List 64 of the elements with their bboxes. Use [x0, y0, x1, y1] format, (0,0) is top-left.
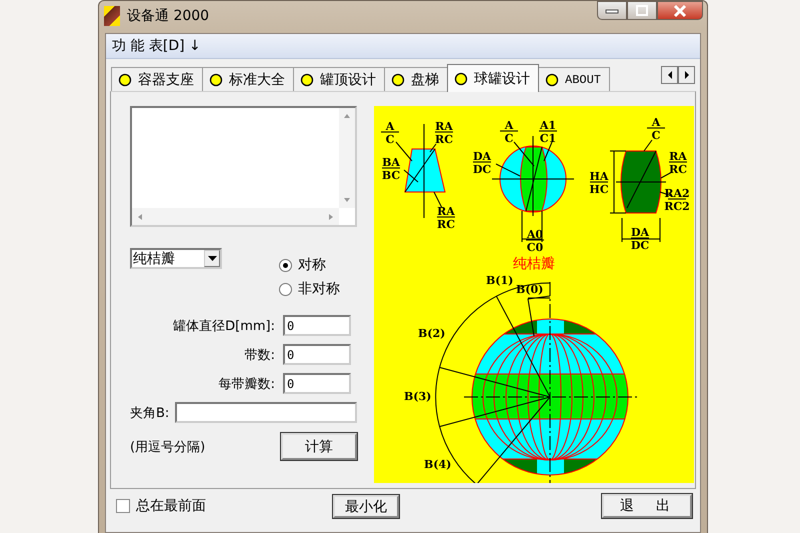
dimension-label: HA HC	[589, 170, 609, 196]
dimension-label: RA RC	[436, 205, 456, 231]
hint-text: (用逗号分隔)	[130, 438, 206, 456]
bulb-icon	[118, 72, 132, 86]
dimension-label: BA BC	[382, 156, 400, 182]
angle-label: B(1)	[486, 274, 514, 287]
caret-left-icon	[137, 212, 143, 220]
dropdown[interactable]: 纯桔瓣	[130, 248, 222, 269]
caret-up-icon	[343, 113, 351, 119]
dimension-label: DA DC	[630, 226, 650, 252]
radio-button[interactable]: 非对称	[279, 280, 340, 298]
dimension-label: RA RC	[434, 120, 454, 146]
bulb-icon	[454, 72, 468, 86]
dimension-label: RA2 RC2	[664, 187, 690, 213]
field-label: 每带瓣数:	[218, 376, 276, 392]
maximize-button[interactable]	[627, 1, 657, 20]
angle-label: B(2)	[418, 327, 446, 340]
field-label: 带数:	[244, 346, 276, 364]
dimension-label: A1 C1	[538, 119, 558, 145]
caret-down-icon	[208, 256, 216, 261]
close-button[interactable]	[657, 1, 703, 20]
field-label: 夹角B:	[130, 404, 170, 422]
diagram-title: 纯桔瓣	[513, 256, 555, 272]
list-box[interactable]	[130, 106, 357, 227]
bulb-icon	[300, 72, 314, 86]
angle-label: B(4)	[424, 458, 452, 471]
minimize-button[interactable]	[597, 1, 627, 20]
close-icon	[672, 4, 688, 18]
app-icon	[104, 6, 120, 26]
horizontal-scrollbar[interactable]	[132, 208, 339, 225]
input-field[interactable]: 0	[283, 344, 351, 365]
radio-button[interactable]: 对称	[279, 256, 340, 274]
scroll-left-button[interactable]	[661, 66, 678, 84]
dimension-label: A C	[380, 120, 400, 146]
dimension-label: A C	[500, 119, 518, 145]
bulb-icon	[545, 72, 559, 86]
angle-label: B(3)	[404, 390, 432, 403]
always-on-top-checkbox[interactable]: 总在最前面	[116, 497, 206, 515]
dimension-label: RA RC	[668, 150, 688, 176]
minimize-app-button[interactable]: 最小化	[333, 494, 399, 518]
caret-right-icon	[682, 70, 690, 80]
exit-button[interactable]: 退 出	[602, 494, 692, 518]
menu-item[interactable]: 功 能 表[D] ↓	[112, 37, 201, 55]
input-field[interactable]: 0	[283, 373, 351, 394]
dimension-label: DA DC	[472, 150, 492, 176]
angle-label: B(0)	[516, 283, 544, 296]
dimension-label: A C	[646, 116, 666, 142]
caret-down-icon	[343, 197, 351, 203]
scroll-right-button[interactable]	[678, 66, 695, 84]
bulb-icon	[209, 72, 223, 86]
vertical-scrollbar[interactable]	[339, 108, 355, 208]
minimize-icon	[605, 6, 619, 14]
tab[interactable]: 容器支座	[111, 67, 203, 91]
input-field[interactable]: 0	[283, 315, 351, 336]
window-title: 设备通 2000	[127, 7, 210, 25]
calculate-button[interactable]: 计算	[281, 433, 357, 460]
bulb-icon	[391, 72, 405, 86]
caret-left-icon	[666, 70, 674, 80]
tab[interactable]: ABOUT	[538, 67, 610, 91]
caret-right-icon	[328, 212, 334, 220]
maximize-icon	[635, 4, 649, 16]
tab[interactable]: 球罐设计	[447, 64, 539, 92]
field-label: 罐体直径D[mm]:	[172, 318, 276, 334]
input-field[interactable]	[175, 402, 357, 423]
